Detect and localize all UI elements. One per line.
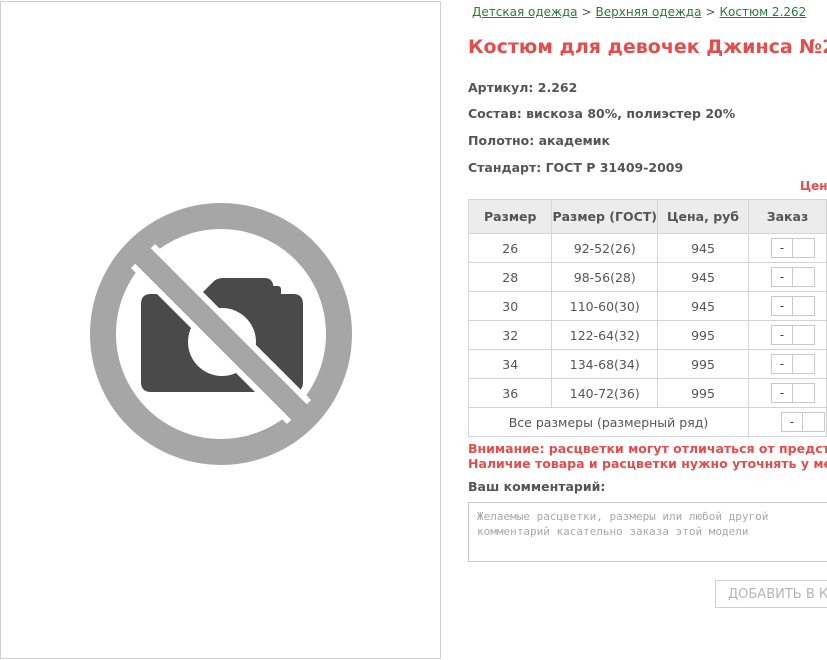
cell-price: 995 (657, 378, 749, 408)
qty-minus-button[interactable]: - (780, 412, 803, 432)
cell-size: 32 (468, 320, 553, 350)
cell-order: - (747, 378, 827, 408)
qty-input[interactable] (802, 412, 825, 432)
cell-size: 30 (468, 291, 553, 321)
breadcrumb-separator: > (581, 5, 592, 19)
prop-value: академик (538, 133, 611, 148)
breadcrumb-link-kids[interactable]: Детская одежда (472, 5, 577, 19)
prop-fabric: Полотно: академик (468, 133, 610, 148)
cell-price: 945 (657, 233, 749, 263)
breadcrumb: Детская одежда > Верхняя одежда > Костюм 2.2… (472, 5, 806, 19)
qty-minus-button[interactable]: - (770, 296, 793, 316)
prop-standard: Стандарт: ГОСТ Р 31409-2009 (468, 160, 683, 175)
prop-label: Стандарт: (468, 160, 542, 175)
cell-price: 945 (657, 262, 749, 292)
add-to-cart-button[interactable]: ДОБАВИТЬ В КОРЗИНУ (715, 580, 827, 608)
prop-label: Полотно: (468, 133, 535, 148)
comment-label: Ваш комментарий: (468, 479, 606, 494)
cell-price: 995 (657, 320, 749, 350)
header-price: Цена, руб (657, 199, 749, 234)
qty-minus-button[interactable]: - (770, 238, 793, 258)
cell-size-gost: 122-64(32) (551, 320, 659, 350)
product-info: Детская одежда > Верхняя одежда > Костюм 2.2… (468, 0, 827, 660)
breadcrumb-link-current[interactable]: Костюм 2.262 (720, 5, 807, 19)
qty-minus-button[interactable]: - (770, 267, 793, 287)
prop-value: вискоза 80%, полиэстер 20% (526, 106, 736, 121)
product-photo (0, 1, 441, 659)
warning-line: Внимание: расцветки могут отличаться от … (468, 441, 827, 456)
table-row: 36 140-72(36) 995 - (468, 378, 827, 408)
cell-order: - (747, 349, 827, 379)
cell-size-gost: 140-72(36) (551, 378, 659, 408)
breadcrumb-link-outerwear[interactable]: Верхняя одежда (596, 5, 702, 19)
cell-price: 995 (657, 349, 749, 379)
header-size: Размер (468, 199, 553, 234)
no-photo-icon (90, 203, 352, 465)
cell-size-gost: 134-68(34) (551, 349, 659, 379)
header-order: Заказ (747, 199, 827, 234)
table-row: 32 122-64(32) 995 - (468, 320, 827, 350)
prop-composition: Состав: вискоза 80%, полиэстер 20% (468, 106, 735, 121)
qty-input[interactable] (792, 383, 815, 403)
cell-order: - (747, 407, 827, 437)
table-header-row: Размер Размер (ГОСТ) Цена, руб Заказ (468, 199, 827, 234)
cell-order: - (747, 320, 827, 350)
qty-input[interactable] (792, 354, 815, 374)
cell-size: 34 (468, 349, 553, 379)
table-row: 28 98-56(28) 945 - (468, 262, 827, 292)
qty-minus-button[interactable]: - (770, 325, 793, 345)
prop-value: ГОСТ Р 31409-2009 (545, 160, 684, 175)
qty-minus-button[interactable]: - (770, 354, 793, 374)
cell-order: - (747, 291, 827, 321)
header-size-gost: Размер (ГОСТ) (551, 199, 659, 234)
qty-input[interactable] (792, 325, 815, 345)
prop-value: 2.262 (537, 80, 578, 95)
comment-field[interactable] (468, 502, 827, 562)
breadcrumb-separator: > (705, 5, 716, 19)
cell-size-gost: 92-52(26) (551, 233, 659, 263)
price-note[interactable]: Цены (800, 179, 827, 193)
cell-all-sizes-label: Все размеры (размерный ряд) (468, 407, 749, 437)
qty-input[interactable] (792, 238, 815, 258)
cell-size-gost: 98-56(28) (551, 262, 659, 292)
cell-size-gost: 110-60(30) (551, 291, 659, 321)
qty-minus-button[interactable]: - (770, 383, 793, 403)
table-row: 34 134-68(34) 995 - (468, 349, 827, 379)
product-title: Костюм для девочек Джинса №2 (468, 36, 827, 58)
qty-input[interactable] (792, 267, 815, 287)
qty-input[interactable] (792, 296, 815, 316)
table-row-all-sizes: Все размеры (размерный ряд) - (468, 407, 827, 437)
prop-label: Состав: (468, 106, 522, 121)
size-table: Размер Размер (ГОСТ) Цена, руб Заказ 26 … (468, 199, 827, 437)
cell-order: - (747, 262, 827, 292)
cell-price: 945 (657, 291, 749, 321)
warning-text: Внимание: расцветки могут отличаться от … (468, 441, 827, 471)
table-row: 26 92-52(26) 945 - (468, 233, 827, 263)
cell-size: 28 (468, 262, 553, 292)
cell-size: 36 (468, 378, 553, 408)
warning-line: Наличие товара и расцветки нужно уточнят… (468, 456, 827, 471)
cell-size: 26 (468, 233, 553, 263)
prop-article: Артикул: 2.262 (468, 80, 577, 95)
table-row: 30 110-60(30) 945 - (468, 291, 827, 321)
prop-label: Артикул: (468, 80, 534, 95)
cell-order: - (747, 233, 827, 263)
